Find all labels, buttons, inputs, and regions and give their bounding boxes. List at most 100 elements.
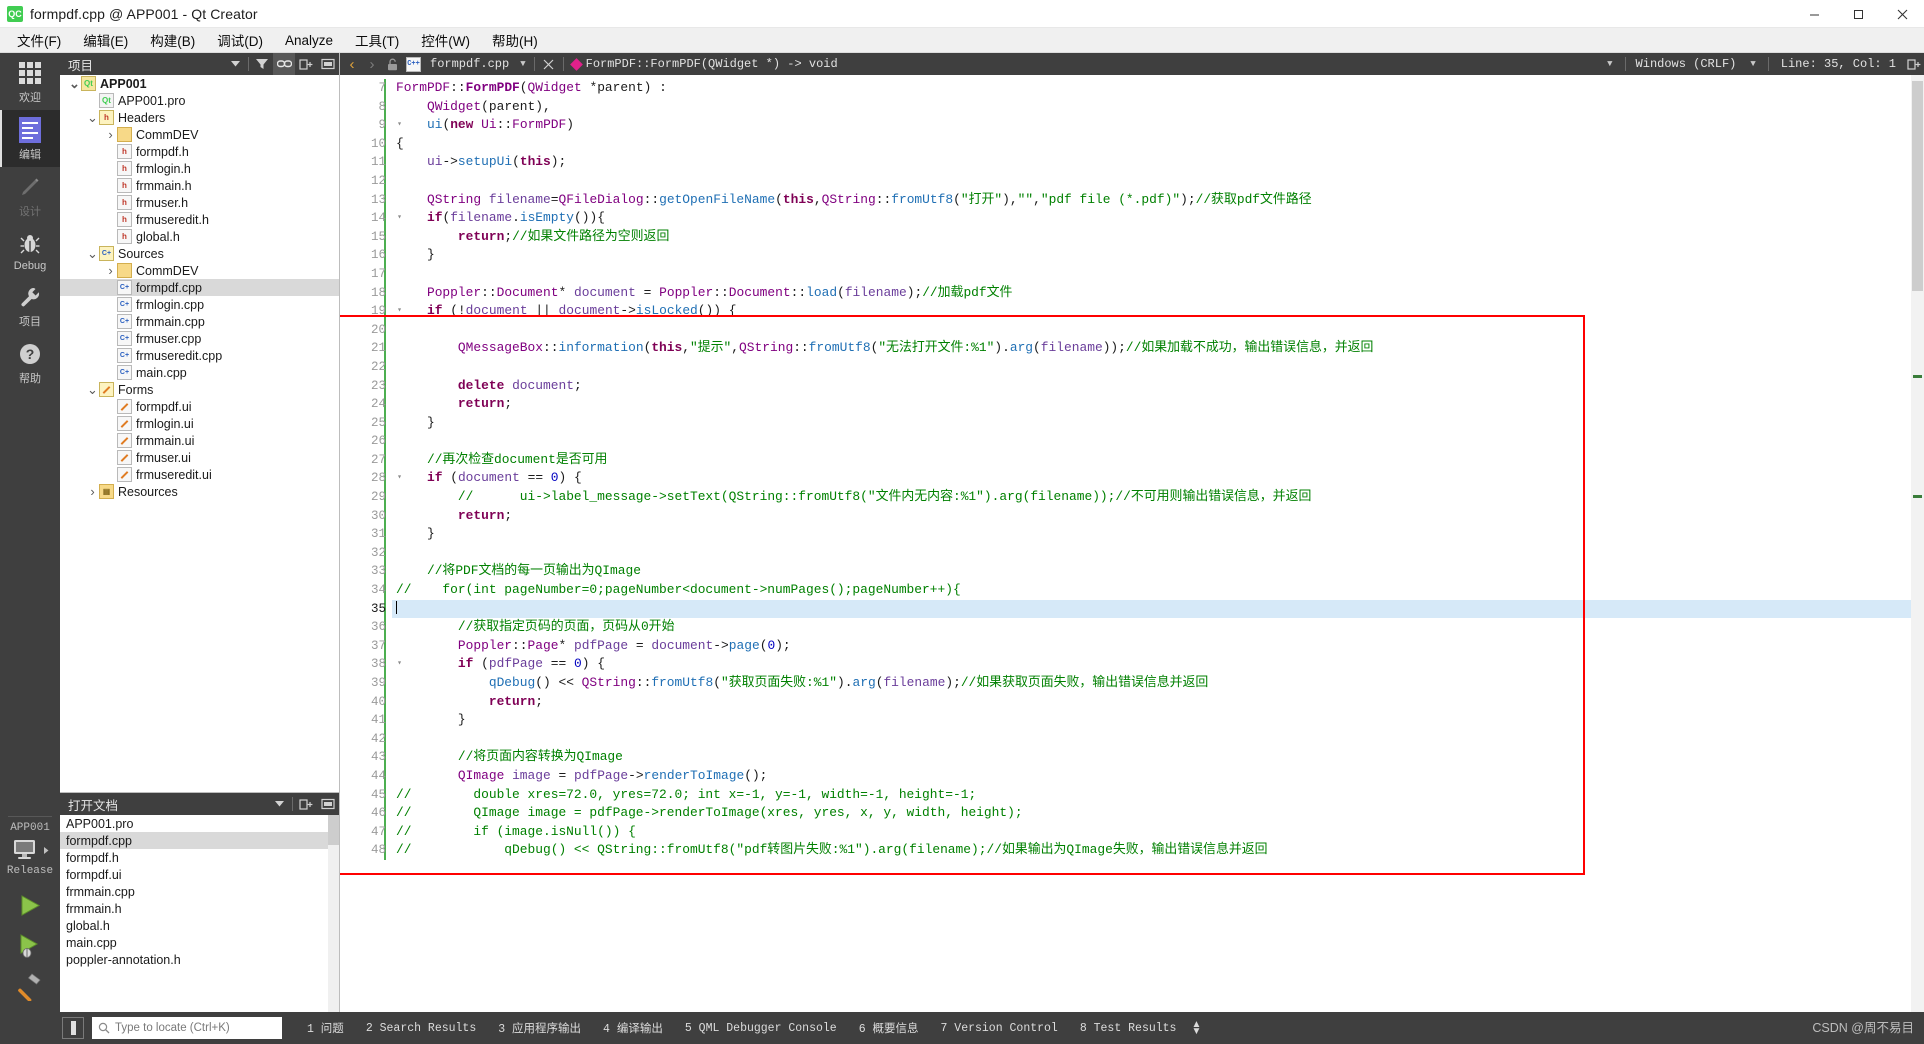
code-line[interactable]: if (pdfPage == 0) { (392, 655, 1924, 674)
chevron-down-icon[interactable]: ▼ (1742, 59, 1763, 69)
tree-item-app001-pro[interactable]: Qt APP001.pro (60, 92, 339, 109)
code-line[interactable]: } (392, 711, 1924, 730)
chevron-down-icon[interactable]: ⌄ (68, 77, 81, 90)
open-document-item[interactable]: main.cpp (60, 934, 339, 951)
tree-item-frmlogin-cpp[interactable]: C+ frmlogin.cpp (60, 296, 339, 313)
open-document-item[interactable]: frmmain.h (60, 900, 339, 917)
code-line[interactable]: ui(new Ui::FormPDF) (392, 116, 1924, 135)
minimize-icon[interactable] (1792, 0, 1836, 28)
open-document-item[interactable]: formpdf.h (60, 849, 339, 866)
output-pane-问题[interactable]: 1 问题 (296, 1020, 355, 1036)
code-line[interactable] (392, 172, 1924, 191)
start-debugging-button[interactable] (8, 926, 52, 966)
code-line[interactable]: return; (392, 693, 1924, 712)
lock-icon[interactable] (382, 53, 402, 75)
output-pane-概要信息[interactable]: 6 概要信息 (848, 1020, 930, 1036)
code-line[interactable]: if (document == 0) { (392, 469, 1924, 488)
code-line[interactable]: //将页面内容转换为QImage (392, 748, 1924, 767)
tree-item-sources[interactable]: ⌄ C+ Sources (60, 245, 339, 262)
kit-selector[interactable]: APP001 Release (0, 810, 60, 1012)
code-line[interactable]: } (392, 414, 1924, 433)
code-line[interactable]: return;//如果文件路径为空则返回 (392, 228, 1924, 247)
tree-item-frmlogin-h[interactable]: h frmlogin.h (60, 160, 339, 177)
run-button[interactable] (8, 886, 52, 926)
menu-debug[interactable]: 调试(D) (206, 27, 274, 53)
chevron-down-icon[interactable]: ▼ (1599, 59, 1620, 69)
code-line[interactable] (392, 432, 1924, 451)
code-line[interactable]: qDebug() << QString::fromUtf8("获取页面失败:%1… (392, 674, 1924, 693)
code-line[interactable]: FormPDF::FormPDF(QWidget *parent) : (392, 79, 1924, 98)
code-line[interactable]: return; (392, 395, 1924, 414)
mode-item-help[interactable]: ? 帮助 (0, 334, 60, 391)
maximize-icon[interactable] (1836, 0, 1880, 28)
build-button[interactable] (8, 966, 52, 1006)
close-icon[interactable] (1880, 0, 1924, 28)
chevron-down-icon[interactable] (268, 793, 290, 815)
output-pane-应用程序输出[interactable]: 3 应用程序输出 (487, 1020, 592, 1036)
close-panel-icon[interactable] (317, 793, 339, 815)
chevron-right-icon[interactable]: › (104, 263, 117, 278)
cursor-position[interactable]: Line: 35, Col: 1 (1773, 57, 1904, 71)
tree-item-forms[interactable]: ⌄ Forms (60, 381, 339, 398)
code-line[interactable]: // for(int pageNumber=0;pageNumber<docum… (392, 581, 1924, 600)
code-line[interactable] (392, 358, 1924, 377)
code-line[interactable]: } (392, 246, 1924, 265)
code-line[interactable]: } (392, 525, 1924, 544)
open-document-item[interactable]: APP001.pro (60, 815, 339, 832)
open-document-item[interactable]: frmmain.cpp (60, 883, 339, 900)
mode-item-edit[interactable]: 编辑 (0, 110, 60, 167)
tree-item-formpdf-cpp[interactable]: C+ formpdf.cpp (60, 279, 339, 296)
open-document-item[interactable]: global.h (60, 917, 339, 934)
menu-analyze[interactable]: Analyze (274, 30, 344, 51)
chevron-right-icon[interactable]: › (86, 484, 99, 499)
code-line[interactable] (392, 544, 1924, 563)
code-line[interactable]: // if (image.isNull()) { (392, 823, 1924, 842)
tree-item-resources[interactable]: › ▦ Resources (60, 483, 339, 500)
toggle-output-pane-icon[interactable] (62, 1017, 84, 1039)
code-text[interactable]: FormPDF::FormPDF(QWidget *parent) : QWid… (392, 75, 1924, 1012)
output-pane-qml-debugger-console[interactable]: 5 QML Debugger Console (674, 1022, 848, 1035)
tree-item-frmuser-cpp[interactable]: C+ frmuser.cpp (60, 330, 339, 347)
tree-item-frmmain-ui[interactable]: frmmain.ui (60, 432, 339, 449)
line-ending-selector[interactable]: Windows (CRLF) (1630, 57, 1743, 71)
code-line[interactable]: if (!document || document->isLocked()) { (392, 302, 1924, 321)
filter-icon[interactable] (251, 53, 273, 75)
menu-widgets[interactable]: 控件(W) (410, 27, 481, 53)
tree-item-main-cpp[interactable]: C+ main.cpp (60, 364, 339, 381)
code-line[interactable]: if(filename.isEmpty()){ (392, 209, 1924, 228)
go-back-icon[interactable]: ‹ (342, 53, 362, 75)
tree-item-frmlogin-ui[interactable]: frmlogin.ui (60, 415, 339, 432)
code-line[interactable]: QString filename=QFileDialog::getOpenFil… (392, 191, 1924, 210)
code-line[interactable]: Poppler::Document* document = Poppler::D… (392, 284, 1924, 303)
menu-file[interactable]: 文件(F) (6, 27, 72, 53)
code-line[interactable]: QMessageBox::information(this,"提示",QStri… (392, 339, 1924, 358)
output-pane-search-results[interactable]: 2 Search Results (355, 1022, 487, 1035)
tree-item-frmuseredit-h[interactable]: h frmuseredit.h (60, 211, 339, 228)
tree-item-global-h[interactable]: h global.h (60, 228, 339, 245)
tree-item-commdev[interactable]: › CommDEV (60, 262, 339, 279)
mode-item-welcome[interactable]: 欢迎 (0, 53, 60, 110)
go-forward-icon[interactable]: › (362, 53, 382, 75)
code-line[interactable]: QImage image = pdfPage->renderToImage(); (392, 767, 1924, 786)
tree-item-commdev[interactable]: › CommDEV (60, 126, 339, 143)
document-selector[interactable]: C++ formpdf.cpp ▼ (402, 53, 530, 75)
code-line[interactable]: ui->setupUi(this); (392, 153, 1924, 172)
mode-item-debug[interactable]: Debug (0, 224, 60, 277)
tree-item-frmuseredit-cpp[interactable]: C+ frmuseredit.cpp (60, 347, 339, 364)
tree-item-frmmain-cpp[interactable]: C+ frmmain.cpp (60, 313, 339, 330)
code-line[interactable]: Poppler::Page* pdfPage = document->page(… (392, 637, 1924, 656)
link-icon[interactable] (273, 53, 295, 75)
code-line[interactable]: //获取指定页码的页面，页码从0开始 (392, 618, 1924, 637)
code-line[interactable]: //再次检查document是否可用 (392, 451, 1924, 470)
chevron-down-icon[interactable]: ⌄ (86, 247, 99, 260)
open-documents-scrollbar[interactable] (328, 815, 339, 1012)
code-line[interactable]: { (392, 135, 1924, 154)
mode-item-projects[interactable]: 项目 (0, 277, 60, 334)
open-document-item[interactable]: poppler-annotation.h (60, 951, 339, 968)
close-panel-icon[interactable] (317, 53, 339, 75)
code-line[interactable] (392, 321, 1924, 340)
code-line[interactable] (392, 730, 1924, 749)
tree-item-frmuseredit-ui[interactable]: frmuseredit.ui (60, 466, 339, 483)
tree-item-formpdf-h[interactable]: h formpdf.h (60, 143, 339, 160)
chevron-down-icon[interactable] (224, 53, 246, 75)
